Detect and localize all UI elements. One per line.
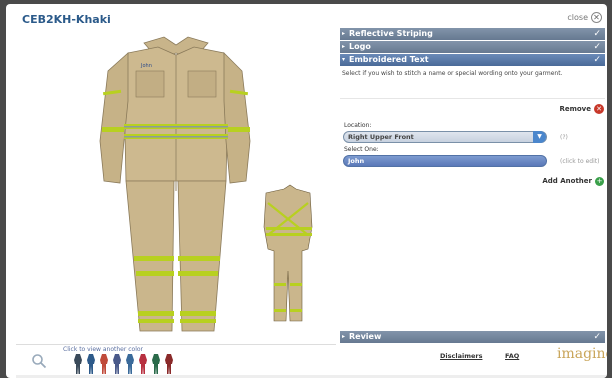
front-view-image: John: [99, 36, 251, 332]
accordion-label: Logo: [349, 42, 371, 51]
expand-arrow-icon: ▸: [342, 43, 346, 50]
faq-link[interactable]: FAQ: [505, 352, 519, 360]
close-icon: ✕: [591, 12, 602, 23]
add-another-button[interactable]: Add Another: [542, 177, 592, 185]
back-view-image: [263, 184, 313, 322]
color-swatch[interactable]: [113, 354, 121, 374]
product-preview: John: [16, 31, 336, 344]
disclaimers-link[interactable]: Disclaimers: [440, 352, 482, 360]
close-label: close: [567, 13, 588, 22]
accordion-logo[interactable]: ▸ Logo ✓: [340, 41, 605, 53]
check-icon: ✓: [593, 55, 601, 65]
color-swatch[interactable]: [74, 354, 82, 374]
embroidery-text-input[interactable]: John: [343, 155, 547, 167]
remove-icon[interactable]: ✕: [594, 104, 604, 114]
zoom-icon[interactable]: [31, 353, 47, 369]
check-icon: ✓: [593, 332, 601, 342]
color-swatch[interactable]: [126, 354, 134, 374]
expand-arrow-icon: ▸: [342, 333, 346, 340]
color-swatch[interactable]: [152, 354, 160, 374]
color-swatch-bar: Click to view another color: [16, 344, 336, 378]
remove-row: Remove ✕: [340, 103, 605, 119]
embroidered-description: Select if you wish to stitch a name or s…: [340, 67, 605, 99]
accordion-label: Reflective Striping: [349, 29, 433, 38]
check-icon: ✓: [593, 42, 601, 52]
close-button[interactable]: close ✕: [567, 12, 602, 23]
location-help[interactable]: (?): [560, 134, 568, 141]
swatch-label: Click to view another color: [63, 346, 144, 353]
location-select[interactable]: Right Upper Front ▼: [343, 131, 547, 143]
options-panel: ▸ Reflective Striping ✓ ▸ Logo ✓ ▾ Embro…: [340, 28, 607, 374]
select-one-label: Select One:: [344, 146, 379, 153]
svg-text:John: John: [140, 63, 152, 69]
location-label: Location:: [344, 122, 372, 129]
color-swatch[interactable]: [165, 354, 173, 374]
accordion-label: Embroidered Text: [349, 55, 429, 64]
click-to-edit-hint[interactable]: (click to edit): [560, 158, 599, 165]
product-title: CEB2KH-Khaki: [22, 13, 111, 26]
chevron-down-icon: ▼: [533, 131, 546, 143]
check-icon: ✓: [593, 29, 601, 39]
expand-arrow-icon: ▸: [342, 30, 346, 37]
color-swatch[interactable]: [100, 354, 108, 374]
collapse-arrow-icon: ▾: [342, 56, 346, 63]
accordion-embroidered-text[interactable]: ▾ Embroidered Text ✓: [340, 54, 605, 66]
customizer-window: CEB2KH-Khaki close ✕ John Click to view …: [6, 4, 607, 378]
color-swatch[interactable]: [139, 354, 147, 374]
accordion-review[interactable]: ▸ Review ✓: [340, 331, 605, 343]
remove-button[interactable]: Remove: [559, 105, 591, 113]
location-selected-value: Right Upper Front: [348, 133, 414, 141]
add-icon[interactable]: +: [595, 177, 604, 186]
accordion-reflective-striping[interactable]: ▸ Reflective Striping ✓: [340, 28, 605, 40]
accordion-label: Review: [349, 332, 382, 341]
coverall-image: John: [99, 36, 313, 332]
imagine-logo: imagine: [557, 346, 607, 362]
color-swatch[interactable]: [87, 354, 95, 374]
add-another-row: Add Another +: [340, 175, 605, 191]
